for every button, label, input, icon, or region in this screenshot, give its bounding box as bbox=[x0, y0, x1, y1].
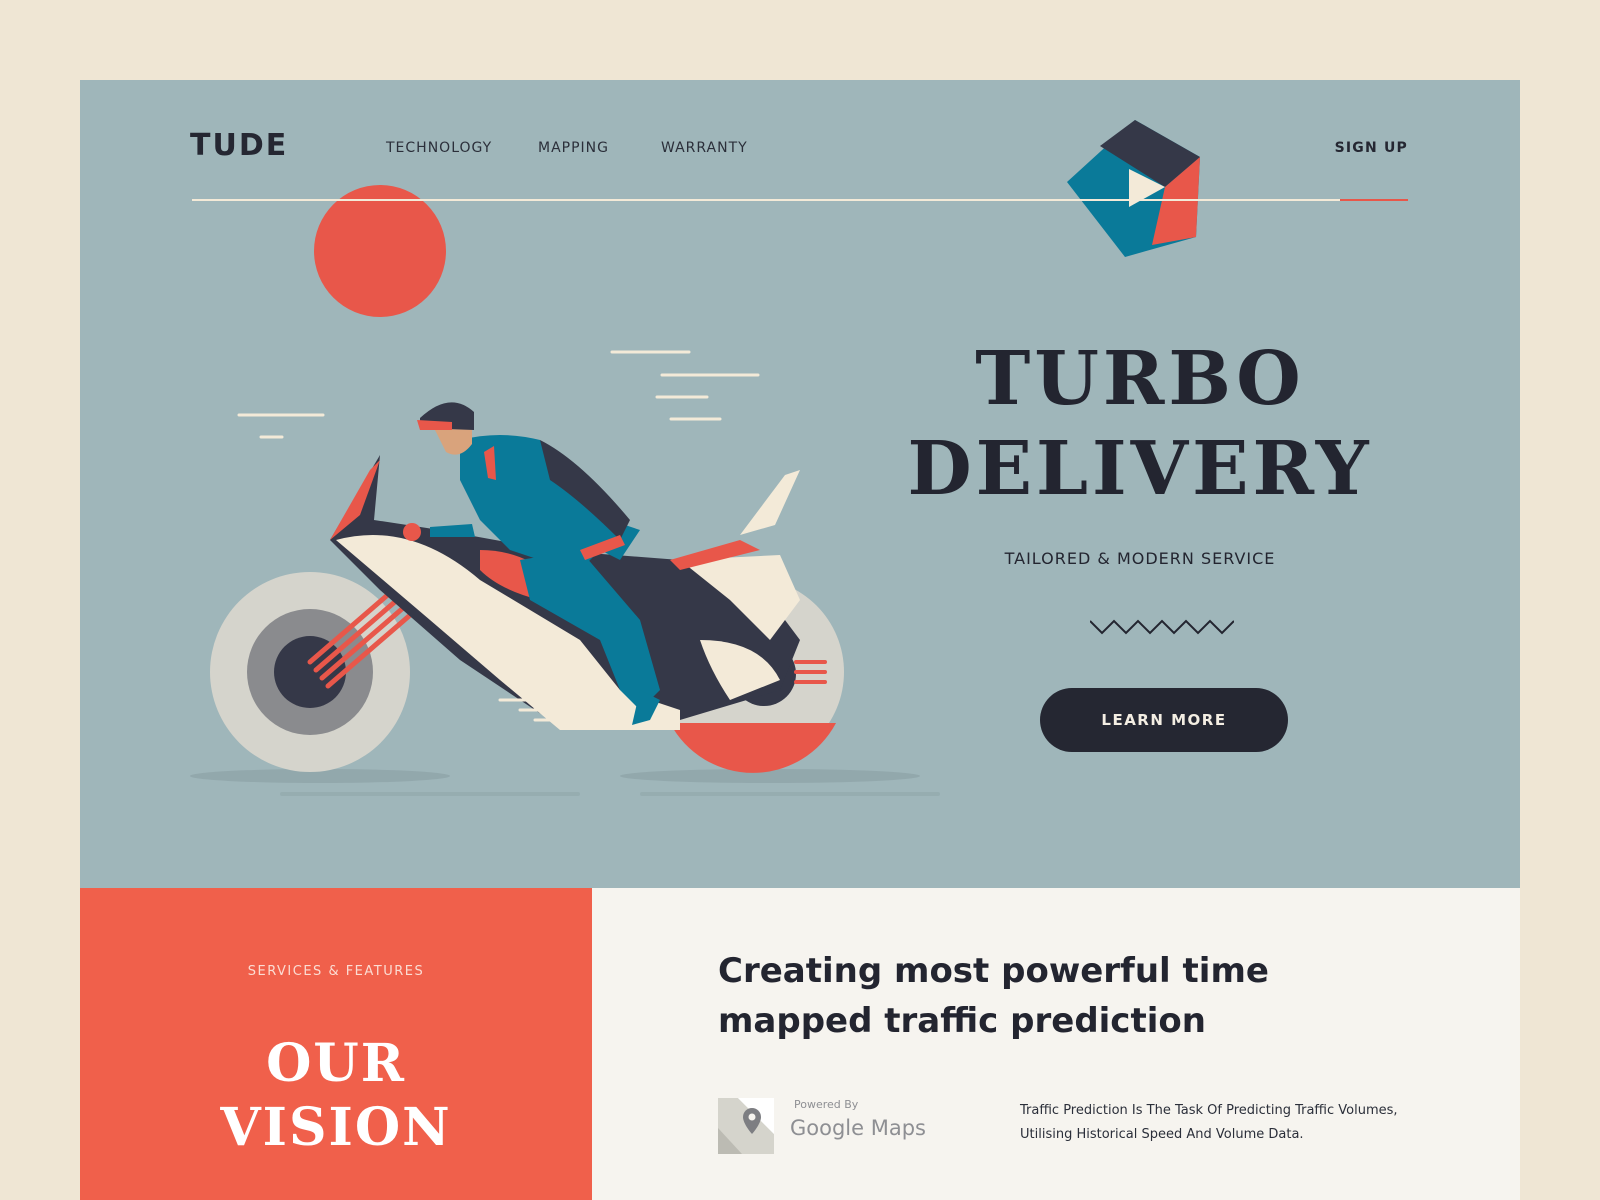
header-divider bbox=[192, 199, 1388, 201]
speed-lines bbox=[237, 350, 760, 439]
info-heading: Creating most powerful time mapped traff… bbox=[718, 951, 1269, 1041]
hero-section: TUDE TECHNOLOGY MAPPING WARRANTY SIGN UP… bbox=[80, 80, 1520, 888]
services-eyebrow: SERVICES & FEATURES bbox=[247, 964, 425, 979]
hero-title-line-1: TURBO bbox=[975, 336, 1305, 422]
vision-title-line-1: OUR bbox=[266, 1033, 406, 1094]
vision-panel: SERVICES & FEATURES OUR VISION bbox=[80, 888, 592, 1200]
landing-page: TUDE TECHNOLOGY MAPPING WARRANTY SIGN UP… bbox=[80, 80, 1520, 1200]
hero-subtitle: TAILORED & MODERN SERVICE bbox=[1004, 549, 1276, 568]
nav-technology[interactable]: TECHNOLOGY bbox=[386, 140, 492, 156]
hero-title-line-2: DELIVERY bbox=[907, 426, 1373, 512]
powered-by-label: Powered By bbox=[794, 1098, 859, 1111]
info-description: Traffic Prediction Is The Task Of Predic… bbox=[1020, 1103, 1398, 1142]
nav-mapping[interactable]: MAPPING bbox=[538, 140, 609, 156]
learn-more-button[interactable]: LEARN MORE bbox=[1040, 688, 1288, 752]
sign-up-link[interactable]: SIGN UP bbox=[1335, 140, 1408, 156]
brand-logo[interactable]: TUDE bbox=[190, 128, 288, 163]
sun-circle bbox=[314, 185, 446, 317]
front-wheel bbox=[210, 572, 419, 772]
pentagon-logo-icon bbox=[1067, 120, 1200, 257]
map-pin-icon bbox=[718, 1098, 774, 1154]
nav-warranty[interactable]: WARRANTY bbox=[661, 140, 748, 156]
google-maps-label: Google Maps bbox=[790, 1116, 926, 1140]
vision-title-line-2: VISION bbox=[220, 1097, 452, 1158]
zigzag-icon bbox=[1090, 619, 1234, 635]
sign-up-underline bbox=[1340, 199, 1408, 201]
info-panel: Creating most powerful time mapped traff… bbox=[592, 888, 1520, 1200]
